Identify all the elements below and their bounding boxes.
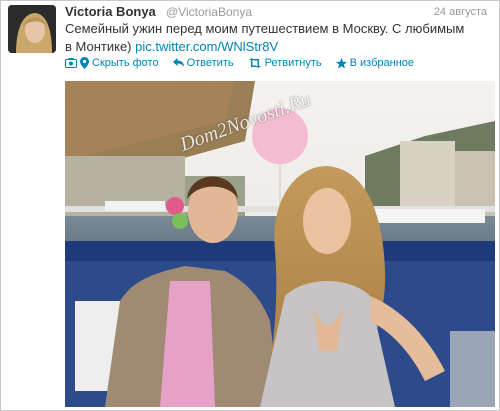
hide-photo-label: Скрыть фото <box>92 57 159 69</box>
tweet-date[interactable]: 24 августа <box>434 6 487 18</box>
retweet-action[interactable]: Ретвитнуть <box>248 57 322 69</box>
star-icon <box>335 57 347 68</box>
location-pin-icon <box>80 57 89 69</box>
favorite-label: В избранное <box>349 57 415 69</box>
retweet-icon <box>248 58 261 68</box>
tweet-text-line1: Семейный ужин перед моим путешествием в … <box>65 21 465 36</box>
tweet-text-line2: в Монтике) pic.twitter.com/WNlStr8V <box>65 38 495 56</box>
avatar-image <box>8 5 56 53</box>
author-name[interactable]: Victoria Bonya <box>65 4 156 19</box>
tweet-photo-link[interactable]: pic.twitter.com/WNlStr8V <box>135 39 278 54</box>
couple-photo <box>65 81 495 407</box>
tweet-photo[interactable]: Dom2Novosti.Ru <box>65 81 495 407</box>
tweet-card: Victoria Bonya @VictoriaBonya 24 августа… <box>0 0 500 411</box>
tweet-actions: Скрыть фото Ответить Ретвитнуть В избран… <box>65 57 414 69</box>
avatar[interactable] <box>8 5 56 53</box>
hide-photo-action[interactable]: Скрыть фото <box>65 57 159 69</box>
retweet-label: Ретвитнуть <box>264 57 322 69</box>
reply-action[interactable]: Ответить <box>172 57 234 69</box>
reply-label: Ответить <box>186 57 234 69</box>
author-handle[interactable]: @VictoriaBonya <box>166 5 252 19</box>
reply-icon <box>172 58 184 67</box>
favorite-action[interactable]: В избранное <box>335 57 415 69</box>
photo-icon <box>65 58 77 68</box>
tweet-text-suffix: в Монтике) <box>65 39 132 54</box>
tweet-text: Семейный ужин перед моим путешествием в … <box>65 20 495 56</box>
